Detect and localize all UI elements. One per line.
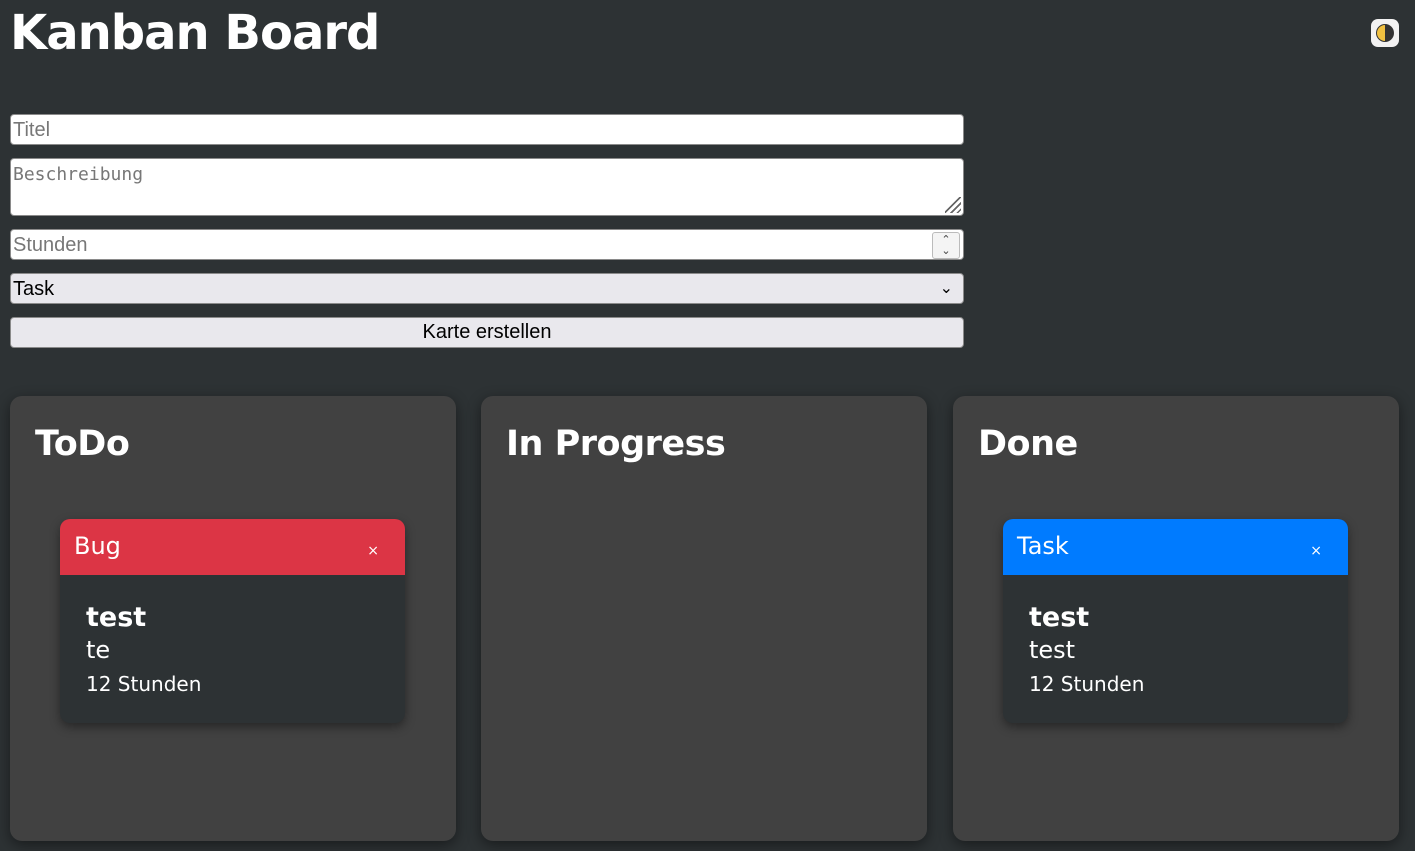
- chevron-down-icon: ⌄: [939, 280, 953, 297]
- resize-grip-icon[interactable]: [945, 197, 961, 213]
- close-icon[interactable]: ×: [1310, 539, 1322, 563]
- card-header: Bug ×: [60, 519, 405, 575]
- card-hours: 12 Stunden: [1029, 672, 1145, 696]
- column-title: In Progress: [506, 424, 726, 464]
- column-in-progress[interactable]: In Progress: [481, 396, 927, 841]
- type-select-value: Task: [13, 278, 55, 300]
- type-select[interactable]: Task ⌄: [10, 273, 964, 304]
- title-input[interactable]: Titel: [10, 114, 964, 145]
- card-hours: 12 Stunden: [86, 672, 202, 696]
- column-title: ToDo: [35, 424, 130, 464]
- card-title: test: [86, 602, 147, 633]
- kanban-page: Kanban Board Titel Beschreibung Stunden …: [0, 0, 1415, 851]
- column-done[interactable]: Done Task × test test 12 Stunden: [953, 396, 1399, 841]
- spinner-down-icon[interactable]: ⌄: [933, 245, 959, 257]
- card-type-label: Bug: [74, 532, 121, 560]
- kanban-card[interactable]: Task × test test 12 Stunden: [1003, 519, 1348, 723]
- close-icon[interactable]: ×: [367, 539, 379, 563]
- description-placeholder: Beschreibung: [13, 164, 144, 185]
- column-title: Done: [978, 424, 1078, 464]
- spinner-up-icon[interactable]: ⌃: [933, 234, 959, 246]
- theme-toggle-button[interactable]: [1371, 19, 1399, 47]
- card-description: test: [1029, 636, 1076, 664]
- card-type-label: Task: [1017, 532, 1069, 560]
- number-spinner[interactable]: ⌃ ⌄: [932, 232, 960, 259]
- kanban-card[interactable]: Bug × test te 12 Stunden: [60, 519, 405, 723]
- description-textarea[interactable]: Beschreibung: [10, 158, 964, 216]
- card-description: te: [86, 636, 111, 664]
- hours-input[interactable]: Stunden ⌃ ⌄: [10, 229, 964, 260]
- create-card-button[interactable]: Karte erstellen: [10, 317, 964, 348]
- title-placeholder: Titel: [13, 119, 51, 141]
- hours-placeholder: Stunden: [13, 234, 88, 256]
- page-title: Kanban Board: [10, 5, 380, 61]
- card-header: Task ×: [1003, 519, 1348, 575]
- create-card-form: Titel Beschreibung Stunden ⌃ ⌄ Task ⌄ Ka…: [10, 114, 964, 348]
- column-todo[interactable]: ToDo Bug × test te 12 Stunden: [10, 396, 456, 841]
- card-title: test: [1029, 602, 1090, 633]
- half-circle-icon: [1376, 24, 1394, 42]
